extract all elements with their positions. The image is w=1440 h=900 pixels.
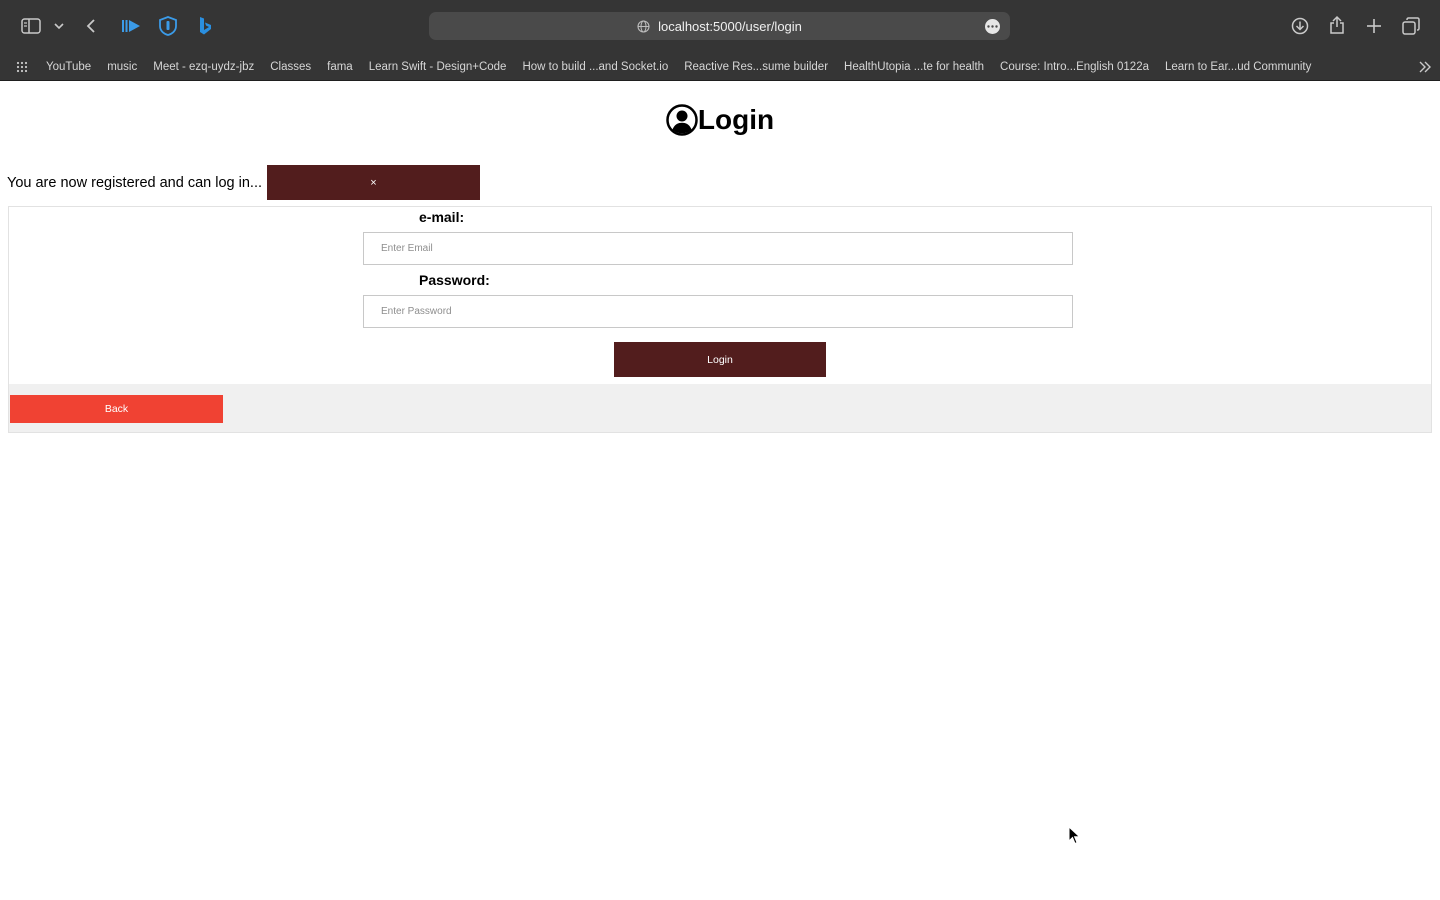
mouse-cursor-icon [1068, 825, 1082, 851]
new-tab-plus-icon[interactable] [1364, 16, 1384, 36]
chevron-down-icon[interactable] [53, 19, 65, 33]
share-icon[interactable] [1327, 14, 1347, 36]
flash-message: You are now registered and can log in...… [7, 165, 480, 200]
bookmark-learn-to-earn[interactable]: Learn to Ear...ud Community [1165, 61, 1311, 73]
back-button[interactable]: Back [10, 395, 223, 423]
flash-text: You are now registered and can log in... [7, 174, 262, 191]
address-bar[interactable]: localhost:5000/user/login [429, 12, 1010, 40]
password-label: Password: [419, 272, 490, 288]
bookmark-socket-io[interactable]: How to build ...and Socket.io [522, 61, 668, 73]
login-button[interactable]: Login [614, 342, 826, 377]
page-title: Login [0, 104, 1440, 136]
bookmark-resume-builder[interactable]: Reactive Res...sume builder [684, 61, 828, 73]
bookmarks-bar: YouTube music Meet - ezq-uydz-jbz Classe… [0, 52, 1440, 81]
bookmark-music[interactable]: music [107, 61, 137, 73]
url-text: localhost:5000/user/login [658, 18, 802, 34]
bookmark-youtube[interactable]: YouTube [46, 61, 91, 73]
bing-icon[interactable] [196, 15, 214, 37]
password-field[interactable]: Enter Password [363, 295, 1073, 328]
login-heading: Login [697, 104, 775, 135]
bookmark-course-english[interactable]: Course: Intro...English 0122a [1000, 61, 1149, 73]
tab-overview-icon[interactable] [1401, 16, 1421, 36]
email-field[interactable]: Enter Email [363, 232, 1073, 265]
flash-close-button[interactable]: × [267, 165, 480, 200]
bookmark-fama[interactable]: fama [327, 61, 353, 73]
extension-play-icon[interactable] [120, 16, 142, 36]
browser-toolbar: localhost:5000/user/login [0, 0, 1440, 52]
double-chevron-right-icon[interactable] [1417, 60, 1433, 74]
login-form-container: e-mail: Enter Email Password: Enter Pass… [8, 206, 1432, 433]
shield-icon[interactable] [158, 15, 178, 37]
back-arrow-icon[interactable] [83, 16, 99, 36]
sidebar-toggle-icon[interactable] [20, 16, 42, 36]
bookmark-meet[interactable]: Meet - ezq-uydz-jbz [153, 61, 254, 73]
email-label: e-mail: [419, 209, 465, 225]
bookmark-healthutopia[interactable]: HealthUtopia ...te for health [844, 61, 984, 73]
user-circle-icon [666, 104, 698, 136]
apps-grid-icon[interactable] [15, 60, 29, 74]
login-form: e-mail: Enter Email Password: Enter Pass… [9, 207, 1431, 384]
bookmark-classes[interactable]: Classes [270, 61, 311, 73]
more-options-icon[interactable] [985, 19, 1000, 34]
bookmark-learn-swift[interactable]: Learn Swift - Design+Code [369, 61, 507, 73]
globe-icon [637, 19, 650, 33]
download-icon[interactable] [1290, 16, 1310, 36]
